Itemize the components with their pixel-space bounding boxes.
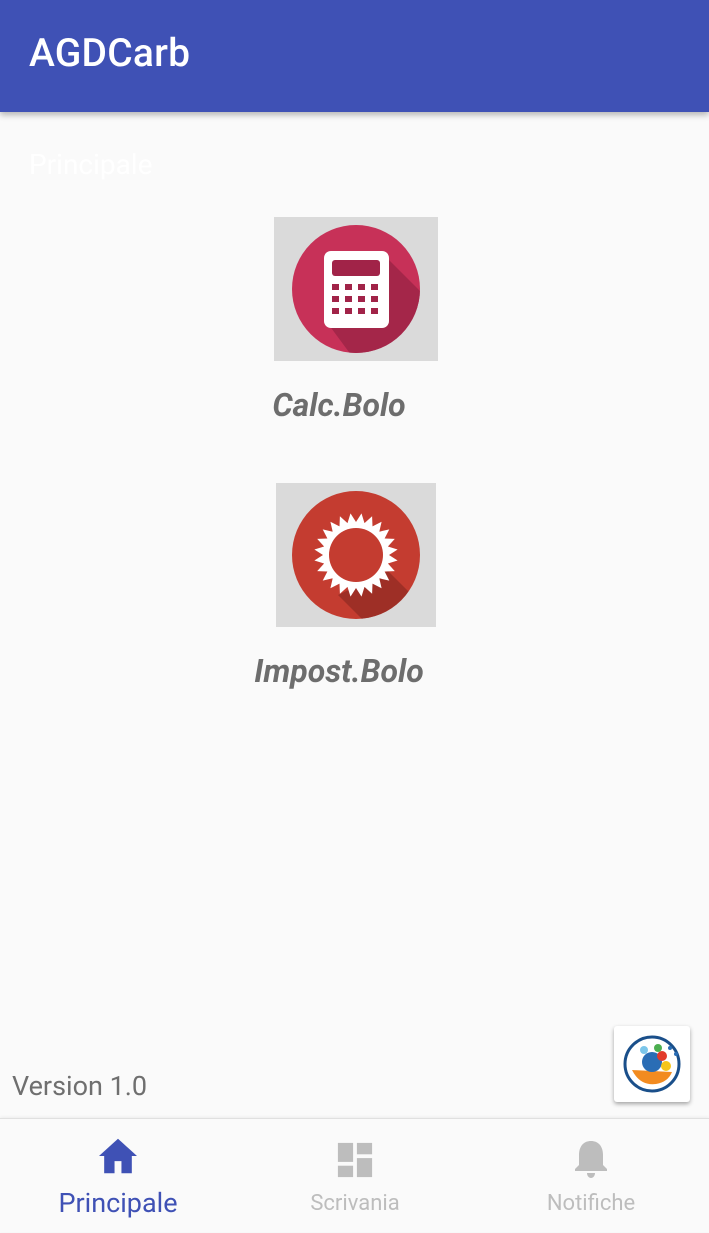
- bell-icon: [575, 1141, 607, 1178]
- dashboard-icon: [337, 1142, 373, 1178]
- home-icon: [99, 1138, 137, 1174]
- gear-icon: [292, 491, 420, 619]
- nav-label-principale: Principale: [58, 1187, 178, 1219]
- nav-item-notifiche[interactable]: Notifiche: [473, 1119, 709, 1233]
- nav-label-notifiche: Notifiche: [546, 1191, 636, 1216]
- app-title: AGDCarb: [29, 30, 191, 76]
- calculator-icon: [292, 225, 420, 353]
- diabetes-association-logo: [623, 1035, 681, 1093]
- fragment-label: Principale: [29, 148, 153, 181]
- impost-bolo-label: Impost.Bolo: [254, 652, 424, 690]
- app-bar: AGDCarb: [0, 0, 709, 112]
- version-text: Version 1.0: [12, 1070, 148, 1102]
- nav-label-scrivania: Scrivania: [310, 1191, 400, 1216]
- calc-bolo-tile[interactable]: [274, 217, 438, 361]
- calc-bolo-label: Calc.Bolo: [272, 386, 406, 424]
- main-content: Principale Calc.Bolo Impost.Bolo Version…: [0, 112, 709, 1118]
- nav-item-scrivania[interactable]: Scrivania: [237, 1119, 473, 1233]
- association-logo-button[interactable]: [614, 1026, 690, 1102]
- impost-bolo-tile[interactable]: [276, 483, 436, 627]
- bottom-navigation: Principale Scrivania Notifiche: [0, 1118, 709, 1232]
- nav-item-principale[interactable]: Principale: [0, 1119, 236, 1233]
